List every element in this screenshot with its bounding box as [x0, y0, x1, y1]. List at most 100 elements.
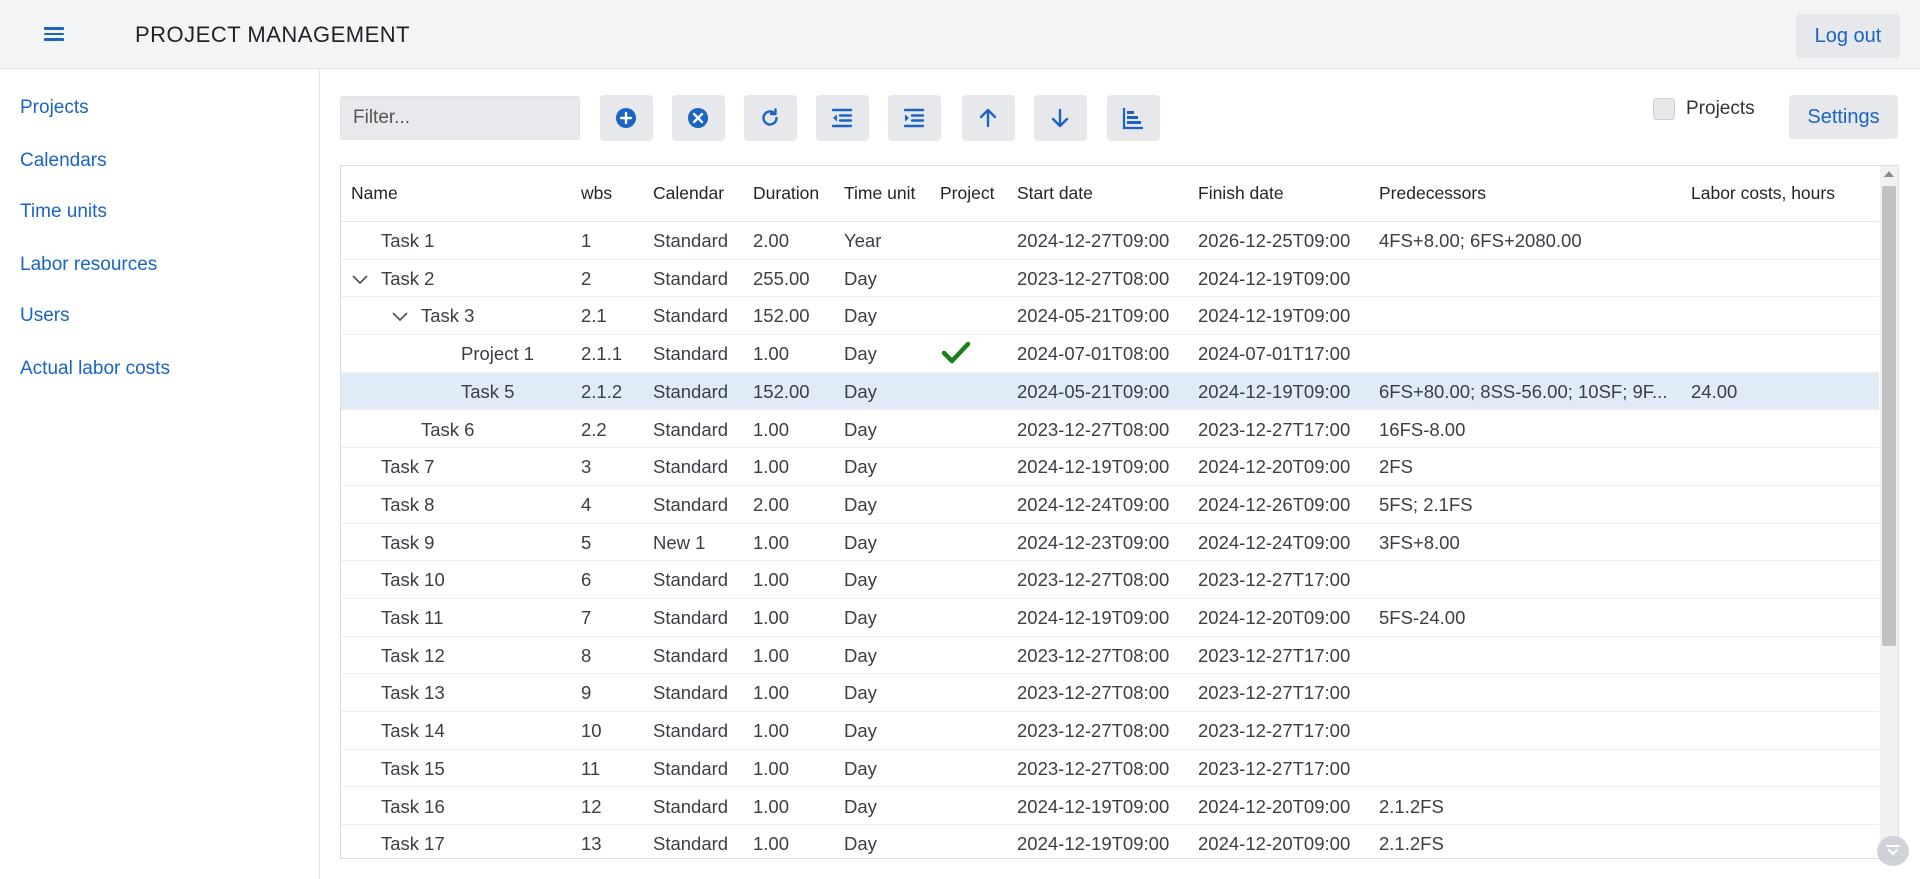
cell-calendar[interactable]: Standard: [653, 796, 728, 818]
cell-duration[interactable]: 1.00: [753, 569, 789, 591]
cell-name[interactable]: Task 13: [381, 682, 445, 704]
cell-finish-date[interactable]: 2024-12-26T09:00: [1198, 494, 1350, 516]
cell-calendar[interactable]: Standard: [653, 268, 728, 290]
cell-wbs[interactable]: 3: [581, 456, 591, 478]
cell-start-date[interactable]: 2023-12-27T08:00: [1017, 720, 1169, 742]
cell-name[interactable]: Task 3: [421, 305, 474, 327]
cell-wbs[interactable]: 13: [581, 833, 602, 855]
cell-wbs[interactable]: 12: [581, 796, 602, 818]
cell-wbs[interactable]: 4: [581, 494, 591, 516]
cell-predecessors[interactable]: 2.1.2FS: [1379, 833, 1444, 855]
column-header-project[interactable]: Project: [940, 183, 994, 204]
cell-time-unit[interactable]: Day: [844, 720, 877, 742]
cell-time-unit[interactable]: Day: [844, 569, 877, 591]
cell-calendar[interactable]: Standard: [653, 381, 728, 403]
cell-finish-date[interactable]: 2024-12-19T09:00: [1198, 305, 1350, 327]
scroll-bottom-button[interactable]: [1877, 836, 1909, 866]
cell-time-unit[interactable]: Day: [844, 682, 877, 704]
cell-finish-date[interactable]: 2024-12-20T09:00: [1198, 607, 1350, 629]
cell-calendar[interactable]: Standard: [653, 569, 728, 591]
chevron-down-icon[interactable]: [391, 307, 409, 325]
cell-calendar[interactable]: Standard: [653, 305, 728, 327]
cell-predecessors[interactable]: 6FS+80.00; 8SS-56.00; 10SF; 9F...: [1379, 381, 1667, 403]
cell-wbs[interactable]: 9: [581, 682, 591, 704]
cell-duration[interactable]: 1.00: [753, 607, 789, 629]
cell-predecessors[interactable]: 2.1.2FS: [1379, 796, 1444, 818]
cell-time-unit[interactable]: Day: [844, 645, 877, 667]
cell-time-unit[interactable]: Day: [844, 833, 877, 855]
table-row[interactable]: Task 17 13 Standard 1.00 Day 2024-12-19T09:00…: [341, 825, 1879, 858]
table-row[interactable]: Task 14 10 Standard 1.00 Day 2023-12-27T08:00…: [341, 712, 1879, 750]
cell-duration[interactable]: 1.00: [753, 720, 789, 742]
cell-duration[interactable]: 1.00: [753, 645, 789, 667]
cell-calendar[interactable]: Standard: [653, 833, 728, 855]
cell-wbs[interactable]: 11: [581, 758, 600, 780]
cell-finish-date[interactable]: 2023-12-27T17:00: [1198, 569, 1350, 591]
cell-duration[interactable]: 1.00: [753, 532, 789, 554]
table-row[interactable]: Task 11 7 Standard 1.00 Day 2024-12-19T09:00 2…: [341, 599, 1879, 637]
cell-finish-date[interactable]: 2024-12-20T09:00: [1198, 456, 1350, 478]
gantt-button[interactable]: [1107, 95, 1160, 141]
cell-calendar[interactable]: Standard: [653, 230, 728, 252]
column-header-start-date[interactable]: Start date: [1017, 183, 1093, 204]
cell-name[interactable]: Task 17: [381, 833, 445, 855]
cell-start-date[interactable]: 2024-12-19T09:00: [1017, 607, 1169, 629]
indent-button[interactable]: [888, 95, 941, 141]
cell-finish-date[interactable]: 2024-12-19T09:00: [1198, 381, 1350, 403]
cell-calendar[interactable]: Standard: [653, 720, 728, 742]
table-row[interactable]: Task 2 2 Standard 255.00 Day 2023-12-27T08:00…: [341, 260, 1879, 298]
sidebar-item-projects[interactable]: Projects: [20, 97, 89, 119]
cell-name[interactable]: Task 16: [381, 796, 445, 818]
cell-name[interactable]: Project 1: [461, 343, 534, 365]
table-row[interactable]: Task 15 11 Standard 1.00 Day 2023-12-27T08:00…: [341, 750, 1879, 788]
sidebar-item-actual-labor-costs[interactable]: Actual labor costs: [20, 358, 170, 380]
cell-name[interactable]: Task 5: [461, 381, 514, 403]
cell-name[interactable]: Task 14: [381, 720, 445, 742]
cell-wbs[interactable]: 7: [581, 607, 591, 629]
cell-calendar[interactable]: Standard: [653, 419, 728, 441]
cell-time-unit[interactable]: Day: [844, 419, 877, 441]
table-row[interactable]: Task 10 6 Standard 1.00 Day 2023-12-27T08:00 2…: [341, 561, 1879, 599]
cell-finish-date[interactable]: 2024-12-19T09:00: [1198, 268, 1350, 290]
cell-calendar[interactable]: Standard: [653, 494, 728, 516]
chevron-down-icon[interactable]: [351, 270, 369, 288]
cell-finish-date[interactable]: 2023-12-27T17:00: [1198, 758, 1350, 780]
cell-start-date[interactable]: 2024-05-21T09:00: [1017, 305, 1169, 327]
column-header-wbs[interactable]: wbs: [581, 183, 612, 204]
cell-name[interactable]: Task 6: [421, 419, 474, 441]
cell-duration[interactable]: 152.00: [753, 305, 810, 327]
cell-predecessors[interactable]: 5FS-24.00: [1379, 607, 1465, 629]
cell-wbs[interactable]: 1: [581, 230, 591, 252]
table-row[interactable]: Task 3 2.1 Standard 152.00 Day 2024-05-21T09:…: [341, 297, 1879, 336]
sidebar-item-calendars[interactable]: Calendars: [20, 150, 107, 172]
cell-wbs[interactable]: 6: [581, 569, 591, 591]
cell-start-date[interactable]: 2024-12-27T09:00: [1017, 230, 1169, 252]
table-row[interactable]: Task 6 2.2 Standard 1.00 Day 2023-12-27T08:00…: [341, 411, 1879, 449]
cell-start-date[interactable]: 2024-12-19T09:00: [1017, 456, 1169, 478]
cell-start-date[interactable]: 2023-12-27T08:00: [1017, 268, 1169, 290]
cell-start-date[interactable]: 2023-12-27T08:00: [1017, 645, 1169, 667]
cell-labor-costs[interactable]: 24.00: [1691, 381, 1737, 403]
cell-wbs[interactable]: 2.1: [581, 305, 607, 327]
menu-icon[interactable]: [44, 24, 70, 46]
cell-time-unit[interactable]: Day: [844, 494, 877, 516]
outdent-button[interactable]: [816, 95, 869, 141]
cell-duration[interactable]: 2.00: [753, 494, 789, 516]
projects-checkbox[interactable]: [1653, 98, 1675, 120]
cell-name[interactable]: Task 11: [381, 607, 443, 629]
table-row[interactable]: Task 7 3 Standard 1.00 Day 2024-12-19T09:00 20…: [341, 448, 1879, 486]
filter-input[interactable]: [340, 96, 580, 140]
column-header-finish-date[interactable]: Finish date: [1198, 183, 1284, 204]
cell-name[interactable]: Task 10: [381, 569, 445, 591]
cell-calendar[interactable]: Standard: [653, 645, 728, 667]
cell-finish-date[interactable]: 2024-07-01T17:00: [1198, 343, 1350, 365]
cell-start-date[interactable]: 2024-12-19T09:00: [1017, 833, 1169, 855]
cell-time-unit[interactable]: Year: [844, 230, 881, 252]
cell-duration[interactable]: 1.00: [753, 419, 789, 441]
cell-finish-date[interactable]: 2023-12-27T17:00: [1198, 720, 1350, 742]
table-row[interactable]: Task 5 2.1.2 Standard 152.00 Day 2024-05-21T0…: [341, 372, 1879, 411]
cell-wbs[interactable]: 8: [581, 645, 591, 667]
cell-wbs[interactable]: 2.1.2: [581, 381, 622, 403]
cell-time-unit[interactable]: Day: [844, 268, 877, 290]
cell-duration[interactable]: 1.00: [753, 758, 789, 780]
